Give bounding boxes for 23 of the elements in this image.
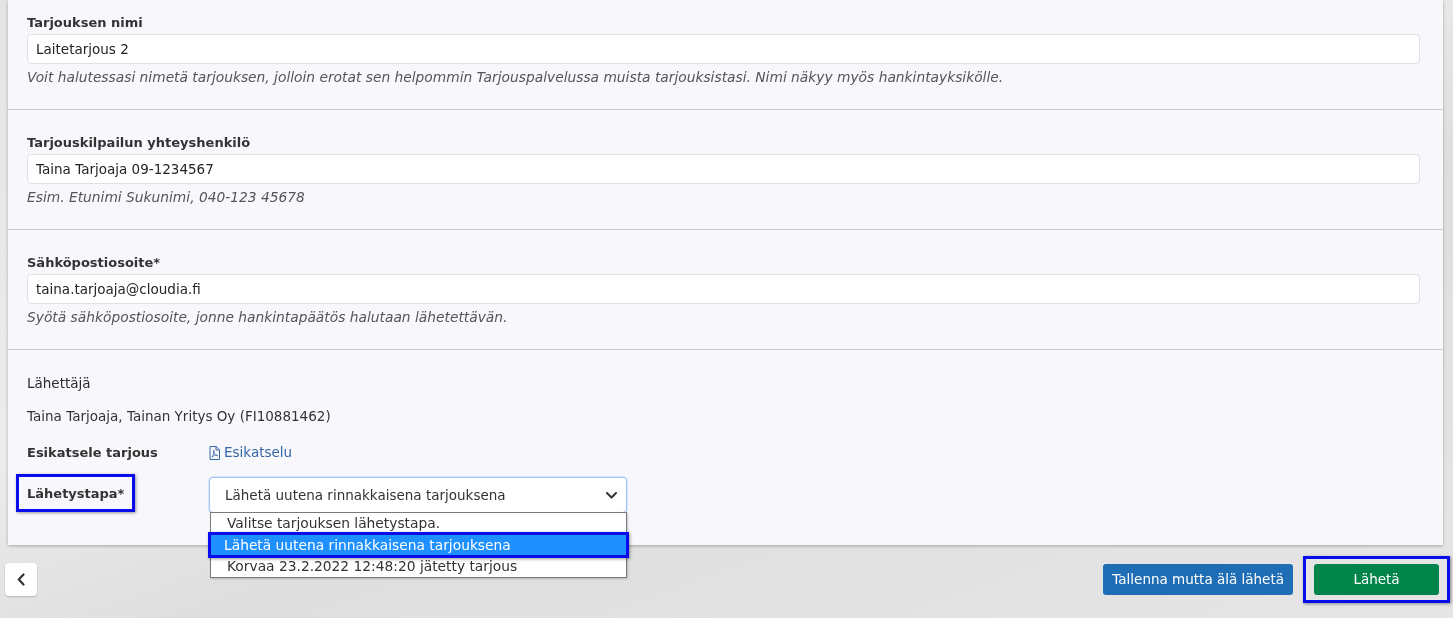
dropdown-option[interactable]: Korvaa 23.2.2022 12:48:20 jätetty tarjous: [211, 556, 626, 577]
chevron-down-icon: [606, 491, 617, 499]
text-input[interactable]: Taina Tarjoaja 09-1234567: [27, 154, 1420, 184]
field-label: Tarjouskilpailun yhteyshenkilö: [27, 134, 252, 151]
help-text: Esim. Etunimi Sukunimi, 040-123 45678: [27, 188, 306, 206]
text-input[interactable]: Laitetarjous 2: [27, 34, 1420, 64]
dropdown-option[interactable]: Valitse tarjouksen lähetystapa.: [211, 513, 626, 534]
select-field[interactable]: Lähetä uutena rinnakkaisena tarjouksena: [209, 477, 627, 513]
field-label: Tarjouksen nimi: [27, 14, 144, 31]
back-button[interactable]: [5, 563, 37, 596]
help-text: Syötä sähköpostiosoite, jonne hankintapäätös halutaan lähetettävän.: [27, 308, 509, 326]
text-input[interactable]: taina.tarjoaja@cloudia.fi: [27, 274, 1420, 304]
help-text: Voit halutessasi nimetä tarjouksen, jolloin erotat sen helpommin Tarjouspalvelussa muista tarjouksistasi. Nimi näkyy myös hankintayksikölle.: [27, 68, 1005, 86]
sender-label: Lähettäjä: [27, 375, 92, 392]
send-button[interactable]: Lähetä: [1314, 564, 1439, 595]
field-label: Sähköpostiosoite*: [27, 254, 162, 271]
pdf-file-icon: [209, 445, 220, 460]
chevron-left-icon: [17, 573, 25, 586]
sender-value: Taina Tarjoaja, Tainan Yritys Oy (FI10881462): [27, 408, 332, 425]
field-label: Lähetystapa*: [27, 486, 125, 501]
preview-link[interactable]: Esikatselu: [209, 444, 293, 461]
save-button[interactable]: Tallenna mutta älä lähetä: [1103, 564, 1293, 595]
field-label: Esikatsele tarjous: [27, 444, 159, 461]
